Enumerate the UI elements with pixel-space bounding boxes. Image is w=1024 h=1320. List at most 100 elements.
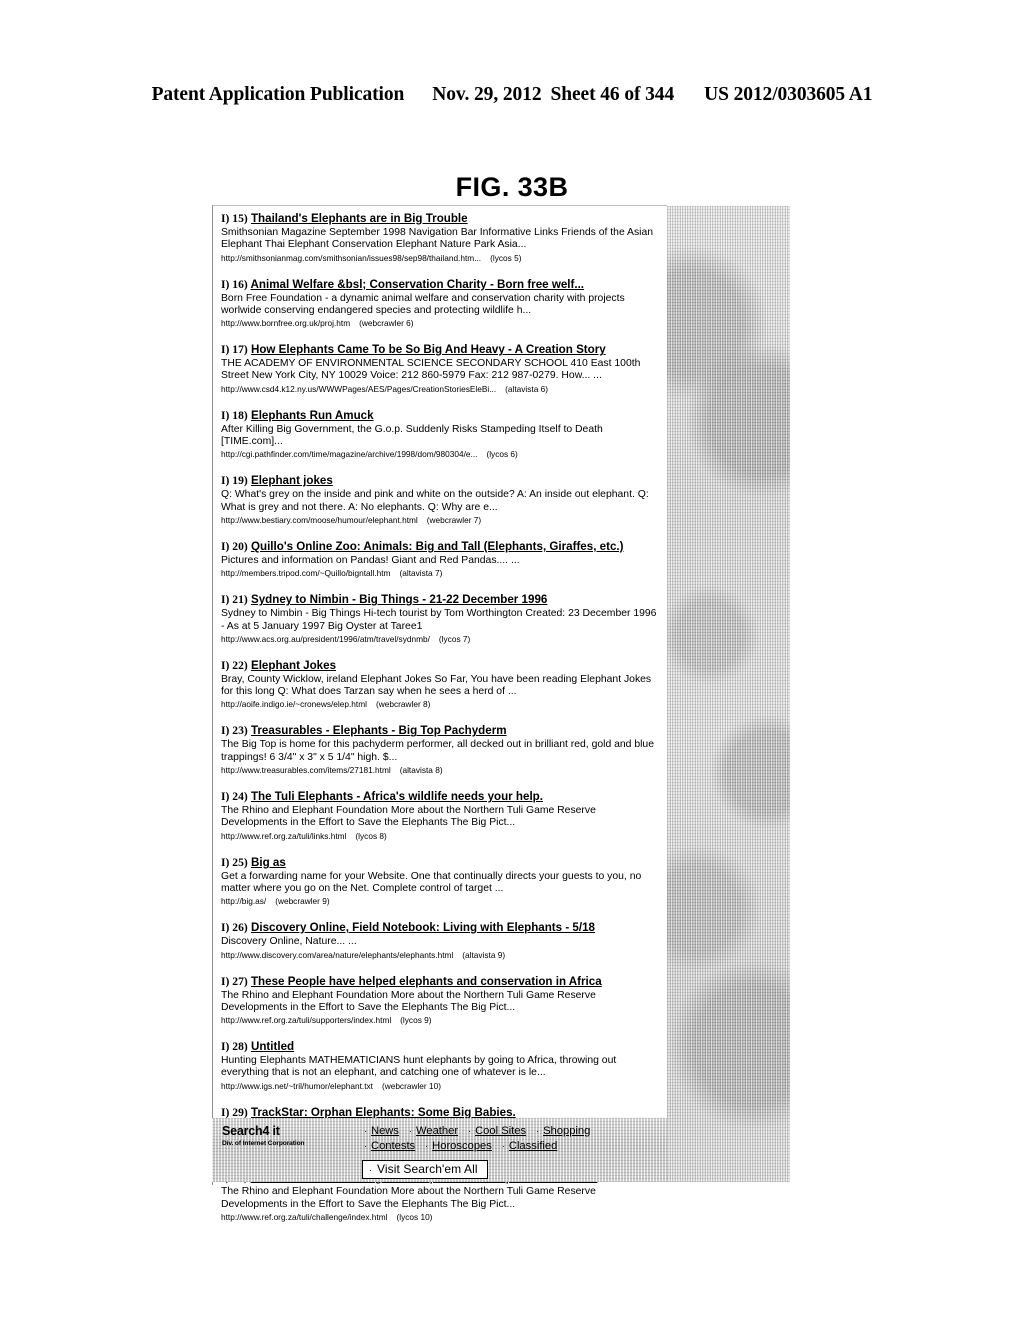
- result-source-engine: (webcrawler 9): [275, 896, 330, 907]
- result-index: I) 15): [221, 212, 248, 225]
- result-title-link[interactable]: How Elephants Came To be So Big And Heav…: [251, 343, 606, 356]
- result-source-engine: (lycos 6): [486, 449, 518, 460]
- footer-link-news[interactable]: · News: [364, 1124, 399, 1139]
- footer-link-weather[interactable]: · Weather: [409, 1124, 458, 1139]
- result-title[interactable]: I) 26) Discovery Online, Field Notebook:…: [221, 921, 661, 935]
- result-url[interactable]: http://www.igs.net/~tril/humor/elephant.…: [221, 1081, 373, 1091]
- result-title[interactable]: I) 21) Sydney to Nimbin - Big Things - 2…: [221, 593, 661, 607]
- result-url-row: http://cgi.pathfinder.com/time/magazine/…: [221, 449, 661, 460]
- result-title-link[interactable]: Big as: [251, 856, 286, 869]
- result-title-link[interactable]: Animal Welfare &bsl; Conservation Charit…: [251, 278, 585, 291]
- bullet-icon: ·: [364, 1126, 367, 1136]
- result-title[interactable]: I) 23) Treasurables - Elephants - Big To…: [221, 724, 661, 738]
- footer-navigation-bar: Search4 it Div. of Internet Corporation …: [212, 1118, 667, 1182]
- result-snippet: Discovery Online, Nature... ...: [221, 936, 357, 948]
- result-url[interactable]: http://members.tripod.com/~Quillo/bignta…: [221, 568, 390, 578]
- result-source-engine: (altavista 6): [505, 383, 549, 394]
- search-result-item: I) 24) The Tuli Elephants - Africa's wil…: [221, 790, 661, 842]
- result-url[interactable]: http://smithsonianmag.com/smithsonian/is…: [221, 253, 481, 263]
- result-snippet: Hunting Elephants MATHEMATICIANS hunt el…: [221, 1055, 617, 1079]
- result-url[interactable]: http://www.bestiary.com/moose/humour/ele…: [221, 515, 418, 525]
- footer-links: · News · Weather · Cool Sites · Shopping · Conte…: [364, 1124, 664, 1154]
- result-snippet: Bray, County Wicklow, ireland Elephant J…: [221, 673, 652, 698]
- result-snippet: THE ACADEMY OF ENVIRONMENTAL SCIENCE SEC…: [221, 358, 641, 382]
- result-url-row: http://www.treasurables.com/items/27181.…: [221, 765, 661, 776]
- result-snippet: The Big Top is home for this pachyderm p…: [221, 739, 654, 763]
- result-title[interactable]: I) 28) Untitled: [221, 1040, 661, 1054]
- result-title-link[interactable]: Thailand's Elephants are in Big Trouble: [251, 212, 468, 225]
- result-title-link[interactable]: Sydney to Nimbin - Big Things - 21-22 De…: [251, 593, 547, 606]
- footer-links-row-1: · News · Weather · Cool Sites · Shopping: [364, 1124, 664, 1139]
- result-title-link[interactable]: Treasurables - Elephants - Big Top Pachy…: [251, 724, 507, 737]
- result-title[interactable]: I) 16) Animal Welfare &bsl; Conservation…: [221, 278, 661, 292]
- result-url-row: http://www.igs.net/~tril/humor/elephant.…: [221, 1081, 661, 1092]
- result-source-engine: (altavista 8): [399, 765, 443, 776]
- result-title[interactable]: I) 25) Big as: [221, 856, 661, 870]
- result-title-link[interactable]: Elephant Jokes: [251, 659, 336, 672]
- result-title[interactable]: I) 24) The Tuli Elephants - Africa's wil…: [221, 790, 661, 804]
- search-result-item: I) 28) Untitled Hunting Elephants MATHEMA…: [221, 1040, 661, 1092]
- result-url[interactable]: http://www.ref.org.za/tuli/supporters/in…: [221, 1015, 391, 1025]
- result-url[interactable]: http://www.ref.org.za/tuli/links.html: [221, 831, 346, 841]
- patent-header: Patent Application Publication Nov. 29, …: [0, 84, 1024, 106]
- result-url[interactable]: http://www.csd4.k12.ny.us/WWWPages/AES/P…: [221, 384, 496, 394]
- result-snippet: After Killing Big Government, the G.o.p.…: [221, 423, 603, 448]
- result-snippet: Pictures and information on Pandas! Gian…: [221, 554, 520, 566]
- footer-link-horoscopes[interactable]: · Horoscopes: [425, 1139, 492, 1154]
- brand-tagline: Div. of Internet Corporation: [222, 1140, 305, 1147]
- result-source-engine: (lycos 10): [396, 1211, 433, 1222]
- bullet-icon: ·: [408, 1126, 412, 1136]
- result-source-engine: (altavista 7): [399, 568, 443, 579]
- visit-search-em-all-button[interactable]: · Visit Search'em All: [362, 1160, 488, 1179]
- result-url[interactable]: http://www.ref.org.za/tuli/challenge/ind…: [221, 1212, 387, 1222]
- bullet-icon: ·: [425, 1141, 429, 1151]
- bullet-icon: ·: [364, 1141, 367, 1151]
- result-title-link[interactable]: Elephants Run Amuck: [251, 409, 374, 422]
- result-title-link[interactable]: Discovery Online, Field Notebook: Living…: [251, 921, 595, 934]
- result-index: I) 17): [221, 343, 248, 357]
- search-result-item: I) 26) Discovery Online, Field Notebook:…: [221, 921, 661, 960]
- footer-link-cool-sites[interactable]: · Cool Sites: [468, 1124, 526, 1139]
- result-title[interactable]: I) 19) Elephant jokes: [221, 474, 661, 488]
- search-result-item: I) 22) Elephant Jokes Bray, County Wicklo…: [221, 659, 661, 711]
- result-title[interactable]: I) 15) Thailand's Elephants are in Big T…: [221, 212, 661, 226]
- result-url-row: http://www.discovery.com/area/nature/ele…: [221, 950, 661, 961]
- result-title-link[interactable]: TrackStar: Orphan Elephants: Some Big Ba…: [251, 1106, 516, 1119]
- result-snippet: Q: What's grey on the inside and pink an…: [221, 489, 649, 513]
- search-result-item: I) 27) These People have helped elephant…: [221, 975, 661, 1027]
- scan-noise-artifact: [666, 206, 790, 1182]
- visit-all-label: Visit Search'em All: [377, 1162, 478, 1176]
- result-url[interactable]: http://big.as/: [221, 896, 266, 906]
- patent-sheet-number: Sheet 46 of 344: [550, 84, 675, 105]
- result-source-engine: (lycos 7): [438, 633, 471, 644]
- patent-date: Nov. 29, 2012: [432, 84, 542, 105]
- search-result-item: I) 19) Elephant jokes Q: What's grey on t…: [221, 474, 661, 526]
- result-title[interactable]: I) 20) Quillo's Online Zoo: Animals: Big…: [221, 540, 661, 554]
- result-title-link[interactable]: Quillo's Online Zoo: Animals: Big and Ta…: [251, 540, 624, 553]
- result-snippet: Get a forwarding name for your Website. …: [221, 870, 642, 894]
- footer-link-shopping[interactable]: · Shopping: [536, 1124, 590, 1139]
- result-url[interactable]: http://www.bornfree.org.uk/proj.htm: [221, 318, 350, 328]
- result-url[interactable]: http://www.treasurables.com/items/27181.…: [221, 765, 391, 775]
- result-index: I) 21): [221, 593, 248, 607]
- footer-link-contests[interactable]: · Contests: [364, 1139, 415, 1154]
- result-title[interactable]: I) 18) Elephants Run Amuck: [221, 409, 661, 423]
- result-title[interactable]: I) 22) Elephant Jokes: [221, 659, 661, 673]
- result-snippet: Born Free Foundation - a dynamic animal …: [221, 292, 625, 316]
- footer-link-classified[interactable]: · Classified: [502, 1139, 558, 1154]
- result-url[interactable]: http://aoife.indigo.ie/~cronews/elep.htm…: [221, 699, 367, 709]
- result-title-link[interactable]: Elephant jokes: [251, 474, 333, 487]
- result-url-row: http://www.bestiary.com/moose/humour/ele…: [221, 515, 661, 526]
- result-url[interactable]: http://cgi.pathfinder.com/time/magazine/…: [221, 449, 477, 459]
- result-url-row: http://members.tripod.com/~Quillo/bignta…: [221, 568, 661, 579]
- result-url[interactable]: http://www.acs.org.au/president/1996/atm…: [221, 634, 430, 644]
- result-title[interactable]: I) 27) These People have helped elephant…: [221, 975, 661, 989]
- result-title[interactable]: I) 17) How Elephants Came To be So Big A…: [221, 343, 661, 357]
- result-title-link[interactable]: The Tuli Elephants - Africa's wildlife n…: [251, 790, 543, 803]
- result-source-engine: (lycos 9): [400, 1015, 432, 1026]
- search-result-item: I) 15) Thailand's Elephants are in Big T…: [221, 212, 661, 264]
- result-url[interactable]: http://www.discovery.com/area/nature/ele…: [221, 950, 453, 960]
- site-logo[interactable]: Search4 it Div. of Internet Corporation: [222, 1125, 372, 1148]
- result-title-link[interactable]: These People have helped elephants and c…: [251, 975, 602, 988]
- result-title-link[interactable]: Untitled: [251, 1040, 294, 1053]
